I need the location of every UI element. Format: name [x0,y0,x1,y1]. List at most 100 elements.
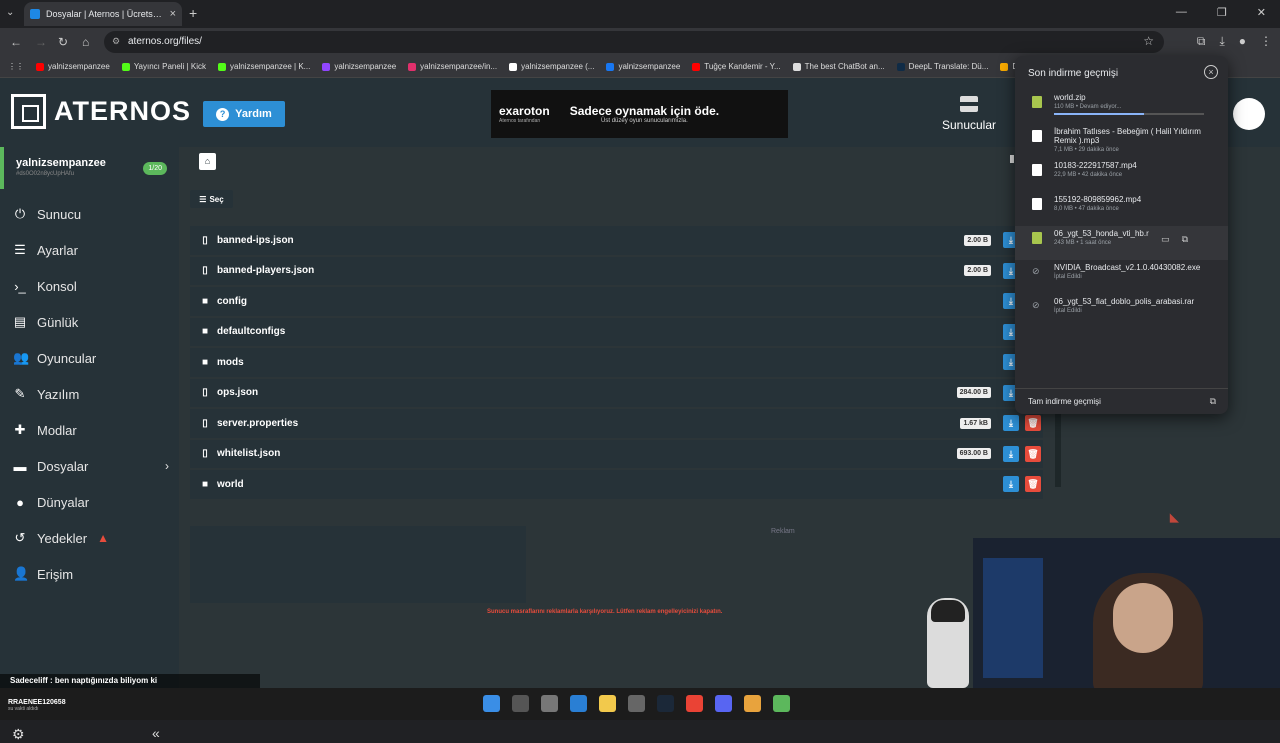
sidebar-item-modlar[interactable]: ✚ Modlar [0,412,179,448]
profile-icon[interactable]: ● [1239,34,1246,49]
collapse-sidebar-icon[interactable]: « [152,725,160,741]
app-icon[interactable] [541,695,558,712]
bookmark-star-icon[interactable]: ☆ [1143,34,1154,48]
browser-tab-active[interactable]: Dosyalar | Aternos | Ücretsiz Mi × [24,2,182,26]
file-row[interactable]: ▯ server.properties 1.67 kB ⤓ 🗑 [190,409,1043,438]
tab-search-icon[interactable]: ⌄ [6,7,14,18]
help-button[interactable]: ? Yardım [203,101,285,127]
sidebar-item-konsol[interactable]: ›_ Konsol [0,268,179,304]
sidebar-item-dosyalar[interactable]: ▬ Dosyalar › [0,448,179,484]
bookmark-item[interactable]: yalnizsempanzee [36,62,110,71]
minecraft-icon[interactable] [773,695,790,712]
bookmark-item[interactable]: The best ChatBot an... [792,62,885,71]
file-size-badge: 1.67 kB [960,417,991,429]
sidebar-item-günlük[interactable]: ▤ Günlük [0,304,179,340]
file-row[interactable]: ▯ops.json284.00 B⤓🗑 [190,378,1043,407]
show-in-folder-icon[interactable]: ▭⧉ [1161,234,1200,245]
reload-icon[interactable]: ↻ [58,35,68,49]
file-row[interactable]: ■config⤓🗑 [190,287,1043,316]
sidebar-item-erişim[interactable]: 👤 Erişim [0,556,179,592]
restore-icon[interactable]: ❐ [1217,6,1227,19]
minimize-icon[interactable]: — [1176,6,1187,19]
download-item[interactable]: 10183-222917587.mp4 22,9 MB • 42 dakika ö… [1015,158,1228,192]
bookmark-item[interactable]: yalnizsempanzee [322,62,396,71]
download-item[interactable]: İbrahim Tatlıses - Bebeğim ( Halil Yıldı… [1015,124,1228,158]
bookmark-item[interactable]: yalnizsempanzee/in... [408,62,497,71]
sidebar: yalnizsempanzee #ds0O02n8ycUpHAfu 1/20 ⏻… [0,147,179,742]
settings-gear-icon[interactable]: ⚙ [12,726,25,743]
download-item[interactable]: 155192-809859962.mp4 8,0 MB • 47 dakika ö… [1015,192,1228,226]
address-bar[interactable]: ⚙ aternos.org/files/ ☆ [104,31,1164,53]
full-history-link[interactable]: Tam indirme geçmişi ⧉ [1015,388,1228,414]
delete-button[interactable]: 🗑 [1025,415,1041,432]
sidebar-item-dünyalar[interactable]: ● Dünyalar [0,484,179,520]
globe-icon: ● [16,494,24,510]
download-button[interactable]: ⤓ [1003,445,1019,462]
puzzle-icon: ✎ [14,386,26,401]
close-downloads-icon[interactable]: × [1204,65,1218,79]
bookmark-item[interactable]: yalnizsempanzee (... [509,62,594,71]
bookmark-item[interactable]: yalnizsempanzee [606,62,680,71]
sidebar-item-sunucu[interactable]: ⏻ Sunucu [0,196,179,232]
folder-icon: ■ [201,478,209,490]
exaroton-ad-banner[interactable]: exaroton Aternos tarafından Sadece oynam… [491,90,788,138]
downloads-icon[interactable]: ⤓ [1219,34,1224,49]
bookmark-item[interactable]: Yayıncı Paneli | Kick [121,62,206,71]
select-button[interactable]: ☰ Seç [190,190,233,208]
obs-icon[interactable] [628,695,645,712]
window-close-icon[interactable]: ✕ [1257,6,1266,19]
file-row[interactable]: ■mods⤓🗑 [190,348,1043,377]
download-button[interactable]: ⤓ [1003,415,1019,432]
bookmark-favicon-icon [36,62,44,71]
forward-icon[interactable]: → [35,35,47,49]
site-info-icon[interactable]: ⚙ [112,36,120,47]
file-explorer-icon[interactable] [599,695,616,712]
chrome-icon[interactable] [686,695,703,712]
aternos-logo[interactable]: ATERNOS [11,94,191,129]
steam-icon[interactable] [657,695,674,712]
app-icon-2[interactable] [744,695,761,712]
download-meta: 8,0 MB • 47 dakika önce [1054,206,1119,212]
sliders-icon: ☰ [14,242,26,257]
downloads-panel: Son indirme geçmişi × world.zip 110 MB • … [1015,56,1228,414]
sidebar-item-label: Sunucu [37,206,82,222]
store-icon[interactable] [570,695,587,712]
menu-icon[interactable]: ⋮ [1260,34,1272,49]
download-item[interactable]: ⊘ NVIDIA_Broadcast_v2.1.0.40430082.exe İpt… [1015,260,1228,294]
file-row[interactable]: ▯banned-players.json2.00 B⤓🗑 [190,256,1043,285]
file-name: whitelist.json [217,448,281,460]
download-item[interactable]: 06_ygt_53_honda_vti_hb.r 243 MB • 1 saat … [1015,226,1228,260]
download-button[interactable]: ⤓ [1003,476,1019,493]
breadcrumb-home-icon[interactable]: ⌂ [199,153,216,170]
server-card[interactable]: yalnizsempanzee #ds0O02n8ycUpHAfu 1/20 [0,147,179,189]
file-row[interactable]: ▯banned-ips.json2.00 B⤓🗑 [190,226,1043,255]
download-item[interactable]: world.zip 110 MB • Devam ediyor... [1015,90,1228,124]
webcam-overlay [973,538,1280,688]
delete-button[interactable]: 🗑 [1025,445,1041,462]
file-row[interactable]: ▯ whitelist.json 693.00 B ⤓ 🗑 [190,439,1043,468]
extensions-icon[interactable]: ⧉ [1197,34,1206,49]
apps-icon[interactable]: ⋮⋮ [8,62,24,71]
bookmark-item[interactable]: DeepL Translate: Dü... [896,62,988,71]
delete-button[interactable]: 🗑 [1025,476,1041,493]
start-icon[interactable] [483,695,500,712]
home-icon[interactable]: ⌂ [82,35,89,49]
bookmark-label: yalnizsempanzee [334,62,397,71]
close-tab-icon[interactable]: × [170,8,176,20]
discord-icon[interactable] [715,695,732,712]
sidebar-item-yazılım[interactable]: ✎ Yazılım [0,376,179,412]
sidebar-item-yedekler[interactable]: ↺ Yedekler ▲ [0,520,179,556]
download-item[interactable]: ⊘ 06_ygt_53_fiat_doblo_polis_arabasi.rar İ… [1015,294,1228,328]
file-row[interactable]: ■defaultconfigs⤓🗑 [190,317,1043,346]
file-row[interactable]: ■ world ⤓ 🗑 [190,470,1043,499]
new-tab-icon[interactable]: + [189,5,197,21]
sidebar-item-ayarlar[interactable]: ☰ Ayarlar [0,232,179,268]
servers-button[interactable]: Sunucular [940,96,998,132]
taskview-icon[interactable] [512,695,529,712]
user-avatar-icon[interactable] [1233,98,1265,130]
bookmark-item[interactable]: yalnizsempanzee | K... [218,62,310,71]
bookmark-item[interactable]: Tuğçe Kandemir - Y... [692,62,781,71]
back-icon[interactable]: ← [10,35,22,49]
sidebar-item-oyuncular[interactable]: 👥 Oyuncular [0,340,179,376]
sidebar-item-label: Modlar [37,422,77,438]
